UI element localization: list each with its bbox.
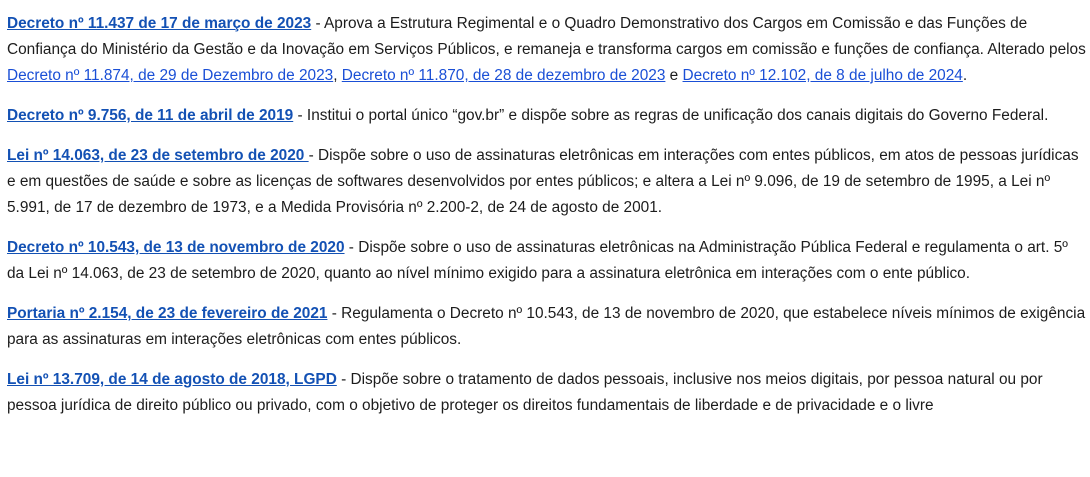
list-item: Decreto nº 9.756, de 11 de abril de 2019…: [7, 103, 1087, 129]
list-item: Lei nº 13.709, de 14 de agosto de 2018, …: [7, 367, 1087, 419]
terminator: .: [962, 67, 968, 84]
separator: e: [665, 67, 683, 84]
decree-9756-link[interactable]: Decreto nº 9.756, de 11 de abril de 2019: [7, 107, 293, 124]
ordinance-2154-link[interactable]: Portaria nº 2.154, de 23 de fevereiro de…: [7, 305, 327, 322]
list-item: Decreto nº 11.437 de 17 de março de 2023…: [7, 11, 1087, 89]
decree-11437-link[interactable]: Decreto nº 11.437 de 17 de março de 2023: [7, 15, 311, 32]
law-14063-link[interactable]: Lei nº 14.063, de 23 de setembro de 2020: [7, 147, 309, 164]
separator: ,: [333, 67, 342, 84]
list-item: Decreto nº 10.543, de 13 de novembro de …: [7, 235, 1087, 287]
legislation-list: Decreto nº 11.437 de 17 de março de 2023…: [7, 11, 1087, 433]
list-item: Portaria nº 2.154, de 23 de fevereiro de…: [7, 301, 1087, 353]
decree-11874-link[interactable]: Decreto nº 11.874, de 29 de Dezembro de …: [7, 67, 333, 84]
decree-11870-link[interactable]: Decreto nº 11.870, de 28 de dezembro de …: [342, 67, 666, 84]
amended-by-label: Alterado pelos: [987, 41, 1086, 58]
entry-description: - Institui o portal único “gov.br” e dis…: [293, 107, 1049, 124]
decree-10543-link[interactable]: Decreto nº 10.543, de 13 de novembro de …: [7, 239, 345, 256]
list-item: Lei nº 14.063, de 23 de setembro de 2020…: [7, 143, 1087, 221]
law-13709-lgpd-link[interactable]: Lei nº 13.709, de 14 de agosto de 2018, …: [7, 371, 337, 388]
decree-12102-link[interactable]: Decreto nº 12.102, de 8 de julho de 2024: [683, 67, 963, 84]
